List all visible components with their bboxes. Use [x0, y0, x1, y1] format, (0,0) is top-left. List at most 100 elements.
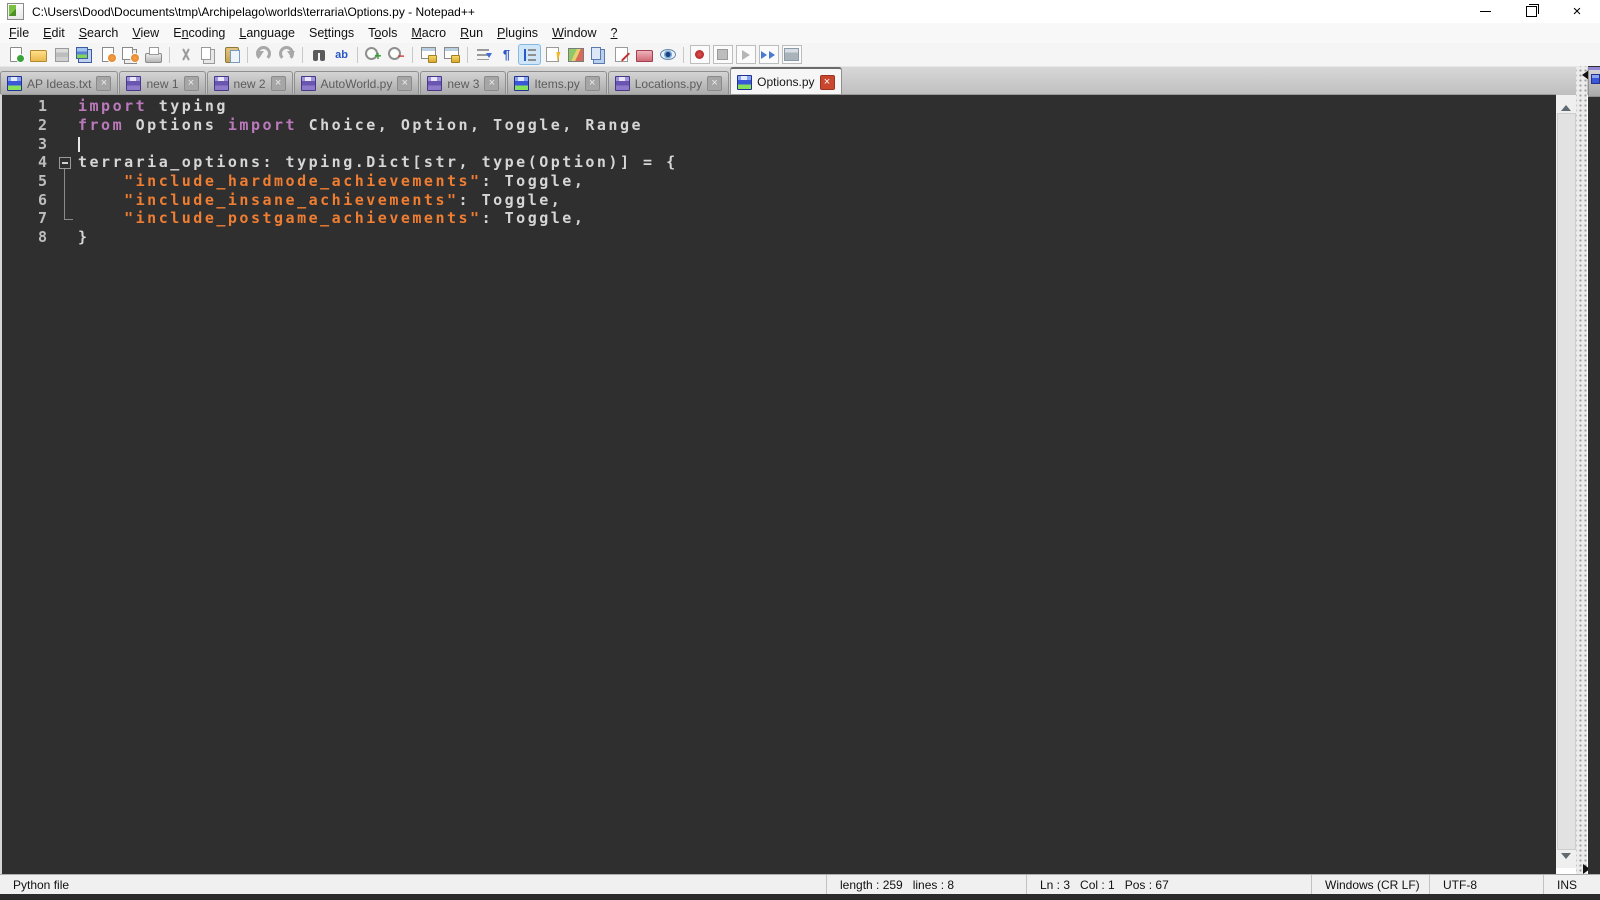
macro-save-button[interactable]: [781, 45, 802, 64]
undo-button[interactable]: [253, 45, 274, 64]
arrow-up-icon: [1561, 100, 1571, 111]
open-file-button[interactable]: [28, 45, 49, 64]
code-line[interactable]: 8}: [2, 228, 1556, 247]
macro-stop-button[interactable]: [712, 45, 733, 64]
macro-play-button[interactable]: [735, 45, 756, 64]
menu-item-language[interactable]: Language: [232, 24, 302, 42]
close-tab-icon[interactable]: ×: [270, 76, 286, 91]
undo-icon: [255, 46, 273, 63]
print-button[interactable]: [143, 45, 164, 64]
word-wrap-button[interactable]: [473, 45, 494, 64]
scroll-down-button[interactable]: [1556, 850, 1576, 866]
code-line[interactable]: 6 "include_insane_achievements": Toggle,: [2, 190, 1556, 209]
monitoring-button[interactable]: [657, 45, 678, 64]
code-line[interactable]: 5 "include_hardmode_achievements": Toggl…: [2, 171, 1556, 191]
scrollbar-thumb[interactable]: [1557, 113, 1576, 850]
close-file-button[interactable]: [97, 45, 118, 64]
hidden-tab-sliver[interactable]: [1588, 67, 1600, 97]
tab-new-3[interactable]: new 3 ×: [420, 71, 507, 95]
menu-item-macro[interactable]: Macro: [404, 24, 453, 42]
code-line[interactable]: 2 from Options import Choice, Option, Tog…: [2, 116, 1556, 135]
paste-button[interactable]: [221, 45, 242, 64]
menu-item-window[interactable]: Window: [545, 24, 603, 42]
tab-locations-py[interactable]: Locations.py ×: [607, 71, 730, 95]
fold-margin: [48, 190, 78, 209]
menu-item-run[interactable]: Run: [453, 24, 490, 42]
menu-item-file[interactable]: File: [2, 24, 36, 42]
replace-icon: [333, 46, 351, 63]
menu-item-plugins[interactable]: Plugins: [490, 24, 545, 42]
close-tab-icon[interactable]: ×: [397, 76, 413, 91]
tab-ap-ideas-txt[interactable]: AP Ideas.txt ×: [0, 71, 119, 95]
menu-item-edit[interactable]: Edit: [36, 24, 72, 42]
menu-item-view[interactable]: View: [125, 24, 166, 42]
close-tab-icon[interactable]: ×: [707, 76, 723, 91]
function-list-icon: [544, 46, 562, 63]
close-button[interactable]: ×: [1554, 0, 1600, 23]
fold-collapse-icon[interactable]: [59, 157, 71, 170]
new-file-button[interactable]: [5, 45, 26, 64]
status-eol-format[interactable]: Windows (CR LF): [1311, 875, 1429, 895]
vertical-scrollbar[interactable]: [1556, 95, 1576, 868]
tab-new-1[interactable]: new 1 ×: [119, 71, 206, 95]
menu-item-settings[interactable]: Settings: [302, 24, 361, 42]
zoom-in-button[interactable]: [363, 45, 384, 64]
line-number: 1: [37, 97, 48, 116]
tab-options-py[interactable]: Options.py ×: [730, 67, 842, 95]
save-file-button[interactable]: [51, 45, 72, 64]
sync-vertical-button[interactable]: [418, 45, 439, 64]
save-all-button[interactable]: [74, 45, 95, 64]
view-splitter[interactable]: [1576, 66, 1587, 874]
menu-item-search[interactable]: Search: [72, 24, 126, 42]
status-insert-mode[interactable]: INS: [1543, 875, 1600, 895]
fold-margin: [48, 228, 78, 247]
close-tab-icon[interactable]: ×: [584, 76, 600, 91]
show-indent-guide-button[interactable]: [519, 45, 540, 64]
redo-button[interactable]: [276, 45, 297, 64]
edit-marker-button[interactable]: [611, 45, 632, 64]
scroll-up-button[interactable]: [1556, 97, 1576, 113]
tab-autoworld-py[interactable]: AutoWorld.py ×: [293, 71, 420, 95]
document-switcher-button[interactable]: [588, 45, 609, 64]
code-line[interactable]: 7 "include_postgame_achievements": Toggl…: [2, 209, 1556, 228]
menu-item-encoding[interactable]: Encoding: [166, 24, 232, 42]
line-number: 4: [37, 153, 48, 172]
function-list-button[interactable]: [542, 45, 563, 64]
status-cursor-position[interactable]: Ln : 3 Col : 1 Pos : 67: [1026, 875, 1311, 895]
folder-as-workspace-button[interactable]: [634, 45, 655, 64]
status-encoding[interactable]: UTF-8: [1429, 875, 1543, 895]
macro-run-multiple-icon: [759, 46, 778, 63]
code-line[interactable]: 3: [2, 134, 1556, 153]
macro-record-button[interactable]: [689, 45, 710, 64]
zoom-out-button[interactable]: [386, 45, 407, 64]
fold-margin: [48, 97, 78, 116]
show-all-characters-button[interactable]: [496, 45, 517, 64]
sync-horizontal-button[interactable]: [441, 45, 462, 64]
copy-button[interactable]: [198, 45, 219, 64]
find-button[interactable]: [308, 45, 329, 64]
menu-item-help[interactable]: ?: [604, 24, 625, 42]
close-tab-icon[interactable]: ×: [183, 76, 199, 91]
editor-pane[interactable]: 1 import typing 2 from Options import Choic…: [0, 94, 1556, 874]
status-doc-type: Python file: [13, 878, 70, 892]
code-area[interactable]: 1 import typing 2 from Options import Choic…: [2, 95, 1556, 874]
replace-button[interactable]: [331, 45, 352, 64]
macro-run-multiple-button[interactable]: [758, 45, 779, 64]
code-line[interactable]: 4 terraria_options: typing.Dict[str, type…: [2, 153, 1556, 172]
saved-file-icon: [737, 74, 753, 90]
cut-icon: [177, 46, 195, 63]
tab-new-2[interactable]: new 2 ×: [206, 71, 293, 95]
maximize-restore-button[interactable]: [1508, 0, 1554, 23]
minimize-button[interactable]: [1462, 0, 1508, 23]
close-tab-icon[interactable]: ×: [484, 76, 500, 91]
code-text: terraria_options: typing.Dict[str, type(…: [78, 153, 678, 172]
close-tab-icon[interactable]: ×: [96, 76, 112, 91]
tab-items-py[interactable]: Items.py ×: [507, 71, 607, 95]
menu-item-tools[interactable]: Tools: [361, 24, 404, 42]
close-all-button[interactable]: [120, 45, 141, 64]
code-line[interactable]: 1 import typing: [2, 97, 1556, 116]
arrow-down-icon: [1561, 852, 1571, 864]
cut-button[interactable]: [175, 45, 196, 64]
document-map-button[interactable]: [565, 45, 586, 64]
close-tab-icon[interactable]: ×: [819, 74, 835, 90]
